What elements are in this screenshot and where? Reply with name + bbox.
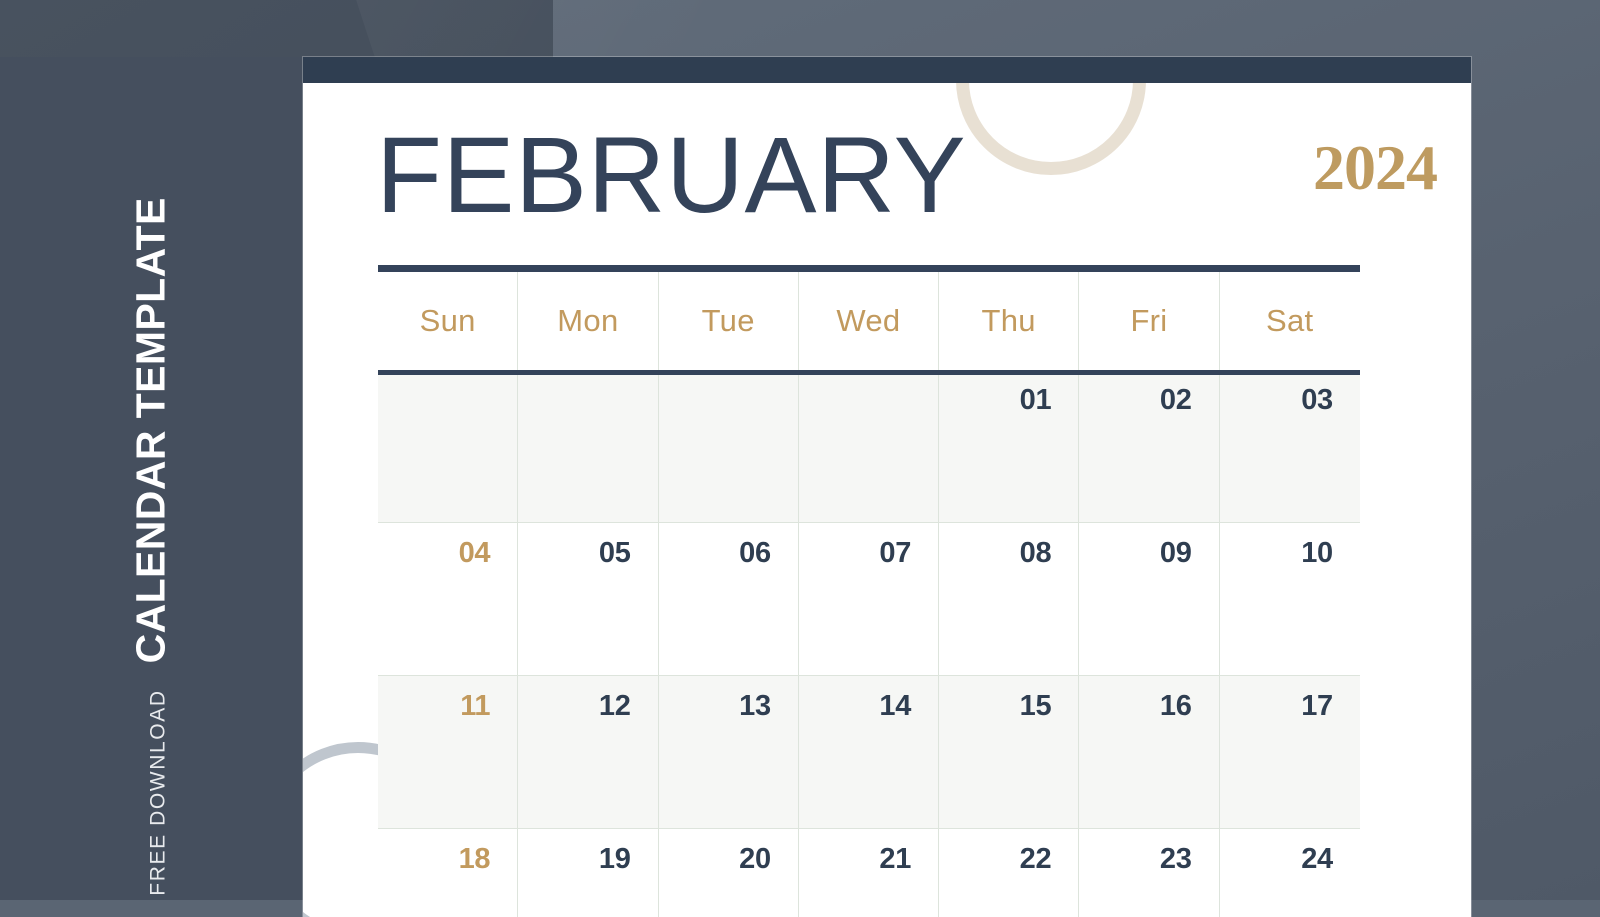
weekday-header-cell: Wed: [799, 272, 940, 370]
date-number: 11: [460, 690, 491, 722]
date-number: 01: [1019, 384, 1052, 416]
weekday-header-cell: Thu: [939, 272, 1080, 370]
date-number: 06: [739, 537, 771, 569]
page-top-bar: [303, 57, 1471, 83]
weekday-label: Fri: [1130, 303, 1168, 338]
backdrop-left-slab-lower: [0, 57, 303, 900]
calendar-day-cell[interactable]: 12: [518, 676, 659, 829]
date-number: 13: [739, 690, 771, 722]
weekday-label: Tue: [701, 303, 755, 338]
weekday-label: Wed: [836, 303, 901, 338]
calendar-day-cell[interactable]: 02: [1079, 370, 1220, 523]
header-rule-under-weekdays: [378, 370, 1360, 375]
calendar-day-cell[interactable]: 19: [518, 829, 659, 917]
weekday-label: Thu: [981, 303, 1036, 338]
calendar-day-cell[interactable]: 16: [1079, 676, 1220, 829]
date-number: 19: [598, 843, 631, 875]
date-number: 16: [1159, 690, 1192, 722]
calendar-day-cell[interactable]: 15: [939, 676, 1080, 829]
calendar-day-cell[interactable]: 17: [1219, 676, 1360, 829]
calendar-week-row: 04 05 06 07 08 09 10: [378, 523, 1360, 676]
calendar-day-cell[interactable]: 24: [1219, 829, 1360, 917]
date-number: 02: [1159, 384, 1192, 416]
calendar-week-row: 01 02 03: [378, 370, 1360, 523]
calendar-header: FEBRUARY 2024: [376, 114, 1438, 260]
calendar-day-cell[interactable]: 23: [1079, 829, 1220, 917]
date-number: 08: [1019, 537, 1052, 569]
weekday-header-cell: Sun: [378, 272, 519, 370]
calendar-day-cell[interactable]: 22: [939, 829, 1080, 917]
calendar-grid: Sun Mon Tue Wed Thu Fri Sat 01 02 03 04 05 06 07 08 09…: [378, 272, 1360, 917]
date-number: 05: [598, 537, 631, 569]
calendar-day-cell[interactable]: 09: [1079, 523, 1220, 676]
date-number: 14: [879, 690, 912, 722]
weekday-label: Sun: [419, 303, 476, 338]
calendar-day-cell[interactable]: [658, 370, 799, 523]
date-number: 04: [458, 537, 491, 569]
year-label: 2024: [1313, 132, 1438, 203]
date-rows: 01 02 03 04 05 06 07 08 09 10 11 12 13 14 15 16 17 18 19 20…: [378, 370, 1360, 917]
date-number: 03: [1301, 384, 1333, 416]
weekday-label: Sat: [1266, 303, 1314, 338]
calendar-day-cell[interactable]: [518, 370, 659, 523]
calendar-week-row: 18 19 20 21 22 23 24: [378, 829, 1360, 917]
date-number: 18: [458, 843, 491, 875]
date-number: 23: [1159, 843, 1192, 875]
calendar-day-cell[interactable]: 20: [658, 829, 799, 917]
calendar-day-cell[interactable]: 11: [378, 676, 519, 829]
month-title: FEBRUARY: [376, 114, 967, 235]
calendar-day-cell[interactable]: 08: [939, 523, 1080, 676]
calendar-day-cell[interactable]: 06: [658, 523, 799, 676]
weekday-header-cell: Tue: [659, 272, 799, 370]
header-rule-top: [378, 265, 1360, 272]
calendar-page: FEBRUARY 2024 Sun Mon Tue Wed Thu Fri Sat 01 02…: [303, 57, 1471, 917]
date-number: 09: [1159, 537, 1192, 569]
date-number: 22: [1019, 843, 1052, 875]
calendar-week-row: 11 12 13 14 15 16 17: [378, 676, 1360, 829]
date-number: 07: [879, 537, 912, 569]
weekday-header-cell: Sat: [1220, 272, 1360, 370]
calendar-day-cell[interactable]: 13: [658, 676, 799, 829]
weekday-header-cell: Fri: [1079, 272, 1220, 370]
date-number: 21: [879, 843, 912, 875]
calendar-day-cell[interactable]: 04: [378, 523, 519, 676]
calendar-day-cell[interactable]: 18: [378, 829, 519, 917]
weekday-header-row: Sun Mon Tue Wed Thu Fri Sat: [378, 272, 1360, 370]
calendar-day-cell[interactable]: 07: [798, 523, 940, 676]
calendar-day-cell[interactable]: 03: [1219, 370, 1360, 523]
date-number: 17: [1301, 690, 1333, 722]
calendar-day-cell[interactable]: 21: [798, 829, 940, 917]
calendar-day-cell[interactable]: 10: [1219, 523, 1360, 676]
calendar-day-cell[interactable]: [798, 370, 940, 523]
weekday-header-cell: Mon: [518, 272, 659, 370]
date-number: 15: [1019, 690, 1052, 722]
calendar-day-cell[interactable]: 14: [798, 676, 940, 829]
date-number: 20: [739, 843, 771, 875]
date-number: 12: [598, 690, 631, 722]
date-number: 10: [1301, 537, 1333, 569]
calendar-day-cell[interactable]: 01: [939, 370, 1080, 523]
calendar-day-cell[interactable]: [378, 370, 519, 523]
weekday-label: Mon: [557, 303, 619, 338]
calendar-day-cell[interactable]: 05: [518, 523, 659, 676]
date-number: 24: [1301, 843, 1333, 875]
